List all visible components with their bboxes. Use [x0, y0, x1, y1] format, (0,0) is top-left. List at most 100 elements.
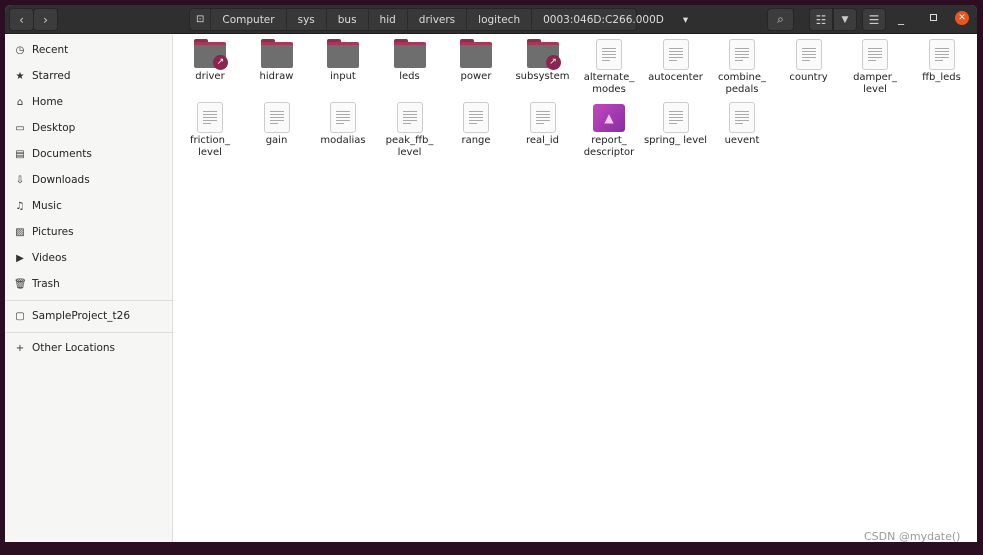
file-item[interactable]: uevent	[709, 102, 775, 147]
file-item[interactable]: hidraw	[244, 39, 310, 83]
documents-icon: ▤	[15, 148, 25, 160]
symlink-icon: ↗	[545, 55, 561, 70]
file-item[interactable]: ffb_leds	[909, 39, 975, 84]
file-item[interactable]: combine_ pedals	[709, 39, 775, 96]
hamburger-menu-icon: ☰	[868, 12, 880, 27]
sidebar: ◷ Recent ★ Starred ⌂ Home ▭ Desktop ▤ Documents ⇩ D…	[5, 35, 173, 542]
sidebar-item-home[interactable]: ⌂ Home	[14, 92, 63, 112]
sidebar-item-label: Other Locations	[32, 342, 116, 354]
file-item[interactable]: leds	[377, 39, 443, 83]
breadcrumb-7[interactable]: 0003:046D:C266.000D	[532, 9, 675, 30]
file-item[interactable]: alternate_ modes	[576, 39, 642, 96]
file-name: combine_ pedals	[718, 72, 766, 95]
file-item[interactable]: range	[443, 102, 509, 147]
file-item[interactable]: peak_ffb_ level	[377, 102, 443, 159]
sidebar-item-desktop[interactable]: ▭ Desktop	[14, 118, 75, 138]
downloads-icon: ⇩	[15, 174, 25, 186]
file-name: spring_ level	[643, 135, 708, 146]
file-name: alternate_ modes	[583, 72, 635, 95]
image-file-icon: ▲	[593, 104, 625, 132]
view-options-button[interactable]: ▼	[833, 8, 857, 31]
file-name: friction_ level	[189, 135, 231, 158]
back-button[interactable]: ‹	[9, 8, 34, 31]
file-item[interactable]: country	[776, 39, 842, 84]
path-dropdown-icon[interactable]: ▾	[683, 14, 688, 26]
breadcrumb-2[interactable]: sys	[287, 9, 327, 30]
sidebar-item-documents[interactable]: ▤ Documents	[14, 144, 92, 164]
text-file-icon	[662, 39, 689, 70]
desktop-icon: ▭	[15, 122, 25, 134]
file-item[interactable]: ▲ report_ descriptor	[576, 102, 642, 159]
sidebar-item-trash[interactable]: 🗑 Trash	[14, 274, 60, 294]
text-file-icon	[529, 102, 556, 133]
menu-button[interactable]: ☰	[862, 8, 886, 31]
home-icon: ⌂	[16, 96, 24, 108]
text-file-icon	[662, 102, 689, 133]
close-button[interactable]: ✕	[955, 11, 969, 25]
recent-icon: ◷	[15, 44, 25, 56]
sidebar-item-recent[interactable]: ◷ Recent	[14, 40, 69, 60]
file-name: real_id	[525, 135, 560, 146]
folder-icon	[460, 39, 492, 68]
sidebar-item-label: Starred	[32, 70, 71, 82]
file-manager-window: ‹ › ⊡ Computer sys bus hid drivers logitech 00…	[5, 5, 977, 542]
text-file-icon	[862, 39, 888, 70]
file-name: peak_ffb_ level	[385, 135, 434, 158]
file-name: subsystem	[515, 71, 570, 82]
starred-icon: ★	[15, 70, 25, 82]
folder-icon: ↗	[526, 39, 561, 70]
file-item[interactable]: power	[443, 39, 509, 83]
search-icon: ⌕	[777, 12, 784, 26]
sidebar-item-label: Music	[32, 200, 62, 212]
folder-icon	[260, 39, 293, 68]
sidebar-item-pictures[interactable]: ▨ Pictures	[14, 222, 74, 242]
breadcrumb-4[interactable]: hid	[369, 9, 408, 30]
file-item[interactable]: ↗ driver	[177, 39, 243, 83]
forward-button[interactable]: ›	[33, 8, 58, 31]
file-item[interactable]: friction_ level	[177, 102, 243, 159]
file-name: range	[461, 135, 491, 146]
sidebar-item-downloads[interactable]: ⇩ Downloads	[14, 170, 90, 190]
file-item[interactable]: input	[310, 39, 376, 83]
file-name: input	[330, 71, 356, 82]
file-item[interactable]: real_id	[510, 102, 576, 147]
sidebar-item-videos[interactable]: ▶ Videos	[14, 248, 67, 268]
sidebar-item-music[interactable]: ♫ Music	[14, 196, 62, 216]
minimize-button[interactable]: _	[898, 11, 904, 25]
maximize-button[interactable]	[930, 14, 937, 21]
pictures-icon: ▨	[15, 226, 25, 238]
text-file-icon	[330, 102, 356, 133]
file-item[interactable]: autocenter	[643, 39, 709, 84]
file-name: country	[789, 72, 828, 83]
file-item[interactable]: spring_ level	[643, 102, 709, 147]
divider	[5, 300, 173, 301]
file-item[interactable]: damper_ level	[842, 39, 908, 96]
file-name: modalias	[320, 135, 366, 146]
sidebar-item-label: Recent	[32, 44, 69, 56]
sidebar-item-label: Desktop	[32, 122, 76, 134]
breadcrumb-3[interactable]: bus	[327, 9, 369, 30]
watermark: CSDN @mydate()	[864, 530, 961, 543]
folder-icon	[393, 39, 426, 68]
search-button[interactable]: ⌕	[767, 8, 794, 31]
sidebar-item-label: Trash	[32, 278, 60, 290]
view-toggle-button[interactable]: ☷	[809, 8, 833, 31]
text-file-icon	[729, 102, 755, 133]
drive-icon[interactable]: ⊡	[190, 9, 212, 30]
breadcrumb-5[interactable]: drivers	[408, 9, 468, 30]
file-item[interactable]: modalias	[310, 102, 376, 147]
folder-icon: ↗	[194, 39, 228, 70]
sidebar-item-starred[interactable]: ★ Starred	[14, 66, 71, 86]
sidebar-item-label: Pictures	[32, 226, 74, 238]
text-file-icon	[729, 39, 755, 70]
breadcrumb-1[interactable]: Computer	[211, 9, 287, 30]
symlink-icon: ↗	[213, 55, 228, 70]
file-item[interactable]: gain	[244, 102, 310, 147]
breadcrumb-6[interactable]: logitech	[467, 9, 533, 30]
sidebar-item-other-locations[interactable]: + Other Locations	[14, 338, 115, 358]
file-name: power	[460, 71, 492, 82]
file-item[interactable]: ↗ subsystem	[510, 39, 576, 83]
music-icon: ♫	[15, 200, 25, 212]
sidebar-item-sampleproject[interactable]: ▢ SampleProject_t26	[14, 306, 130, 326]
file-name: ffb_leds	[922, 72, 961, 83]
